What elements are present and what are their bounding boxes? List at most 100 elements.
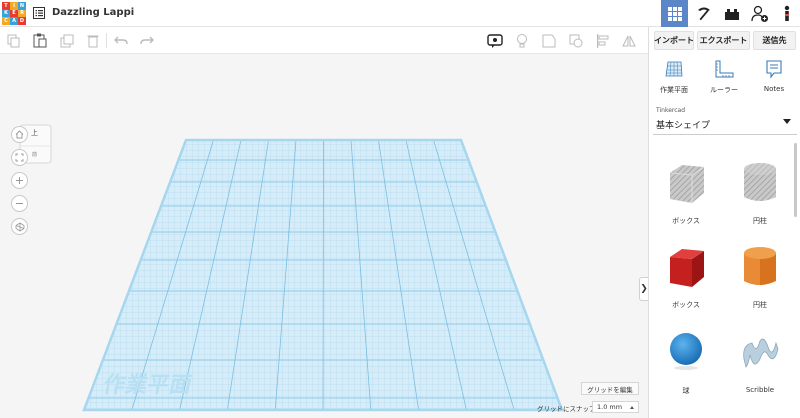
logo-letter-e: E xyxy=(10,9,18,18)
workplane-icon xyxy=(665,61,683,77)
add-user-icon xyxy=(750,5,768,22)
light-button[interactable] xyxy=(513,32,530,49)
ruler-tool[interactable]: ルーラー xyxy=(699,57,749,101)
panel-scrollbar[interactable] xyxy=(794,143,797,217)
shape-label: ボックス xyxy=(672,301,700,309)
shape-scribble[interactable]: Scribble xyxy=(727,321,793,401)
undo-button[interactable] xyxy=(112,32,129,49)
profile-button[interactable] xyxy=(773,0,800,27)
box-hole-icon xyxy=(669,165,705,203)
snap-grid-label: グリッドにスナップ xyxy=(537,405,596,413)
light-icon xyxy=(516,33,527,47)
copy-icon xyxy=(7,34,19,47)
pickaxe-icon xyxy=(697,7,710,20)
paste-icon xyxy=(33,33,46,48)
workplane-grid[interactable]: 作業平面 xyxy=(0,54,648,418)
box-icon xyxy=(670,249,704,287)
delete-icon xyxy=(87,35,98,47)
shape-label: ボックス xyxy=(672,217,700,225)
redo-icon xyxy=(139,36,154,44)
user-profile-icon xyxy=(784,5,789,21)
scribble-icon xyxy=(743,338,779,368)
bricks-button[interactable] xyxy=(718,0,745,27)
sphere-icon xyxy=(670,333,702,370)
tools-row: 作業平面 ルーラー Notes xyxy=(649,57,800,101)
shape-hole-icon xyxy=(569,34,582,47)
cylinder-icon xyxy=(744,247,776,285)
toolbar-divider xyxy=(106,33,107,48)
view-3d-button[interactable] xyxy=(661,0,688,27)
shape-cylinder[interactable]: 円柱 xyxy=(727,235,793,315)
zoom-in-button[interactable] xyxy=(11,172,28,189)
cylinder-hole-icon xyxy=(744,163,776,201)
hole-button[interactable] xyxy=(567,32,584,49)
mirror-button[interactable] xyxy=(620,32,637,49)
duplicate-icon xyxy=(60,34,73,47)
panel-collapse-tab[interactable]: ❯ xyxy=(639,277,648,301)
notes-tool-label: Notes xyxy=(763,85,785,93)
align-icon xyxy=(596,33,608,48)
home-view-button[interactable] xyxy=(11,126,28,143)
paste-button[interactable] xyxy=(31,32,48,49)
design-list-icon[interactable] xyxy=(33,7,45,19)
export-button[interactable]: エクスポート xyxy=(697,31,750,50)
chevron-right-icon: ❯ xyxy=(640,284,648,294)
shape-label: 円柱 xyxy=(753,217,767,225)
library-category: Tinkercad xyxy=(656,107,686,114)
blocks-button[interactable] xyxy=(690,0,717,27)
redo-button[interactable] xyxy=(138,32,155,49)
logo-letter-k: K xyxy=(2,9,10,18)
orthographic-button[interactable] xyxy=(11,218,28,235)
snap-grid-value: 1.0 mm xyxy=(597,403,623,411)
grid-view-icon xyxy=(667,6,682,21)
plus-icon xyxy=(16,177,23,184)
shape-cylinder-hole[interactable]: 円柱 xyxy=(727,151,793,231)
library-name: 基本シェイプ xyxy=(656,121,711,131)
bricks-icon xyxy=(724,8,739,20)
duplicate-button[interactable] xyxy=(58,32,75,49)
logo-letter-t: T xyxy=(2,2,10,10)
notes-toggle-icon xyxy=(486,33,503,48)
shape-box[interactable]: ボックス xyxy=(653,235,719,315)
notes-tool[interactable]: Notes xyxy=(749,57,799,101)
logo-letter-d: D xyxy=(18,17,26,25)
ruler-icon xyxy=(715,60,734,78)
solid-button[interactable] xyxy=(540,32,557,49)
edit-grid-button[interactable]: グリッドを編集 xyxy=(581,382,639,395)
fit-all-icon xyxy=(15,153,24,162)
import-export-bar: インポート エクスポート 送信先 xyxy=(649,31,800,51)
caret-up-icon xyxy=(630,406,634,409)
align-button[interactable] xyxy=(594,32,611,49)
3d-viewport[interactable]: 作業平面 上 前 ❯ xyxy=(0,54,648,418)
mirror-icon xyxy=(621,35,636,46)
shape-box-hole[interactable]: ボックス xyxy=(653,151,719,231)
shape-label: 円柱 xyxy=(753,301,767,309)
workplane-tool[interactable]: 作業平面 xyxy=(649,57,699,101)
shape-library-select[interactable]: Tinkercad 基本シェイプ xyxy=(653,105,797,135)
copy-button[interactable] xyxy=(5,32,22,49)
home-icon xyxy=(15,130,24,139)
workplane-watermark: 作業平面 xyxy=(101,372,194,397)
shape-sphere[interactable]: 球 xyxy=(653,321,719,401)
shape-solid-icon xyxy=(542,34,555,47)
snap-grid-select[interactable]: 1.0 mm xyxy=(592,401,639,413)
logo-letter-a: A xyxy=(10,17,18,25)
notes-toggle-button[interactable] xyxy=(486,32,503,49)
logo-letter-n: N xyxy=(18,2,26,10)
undo-icon xyxy=(113,36,128,44)
perspective-icon xyxy=(15,222,24,231)
delete-button[interactable] xyxy=(84,32,101,49)
tinkercad-logo[interactable]: T I N K E R C A D xyxy=(2,2,26,25)
fit-view-button[interactable] xyxy=(11,149,28,166)
import-button[interactable]: インポート xyxy=(654,31,694,50)
document-title[interactable]: Dazzling Lappi xyxy=(52,7,134,18)
viewcube-top-face[interactable]: 上 xyxy=(31,128,38,138)
send-to-button[interactable]: 送信先 xyxy=(753,31,796,50)
notes-icon xyxy=(766,60,782,79)
add-user-button[interactable] xyxy=(746,0,773,27)
zoom-out-button[interactable] xyxy=(11,195,28,212)
viewcube-front-face[interactable]: 前 xyxy=(32,151,37,158)
edit-toolbar xyxy=(0,27,648,54)
logo-letter-c: C xyxy=(2,17,10,25)
ruler-tool-label: ルーラー xyxy=(710,86,738,94)
